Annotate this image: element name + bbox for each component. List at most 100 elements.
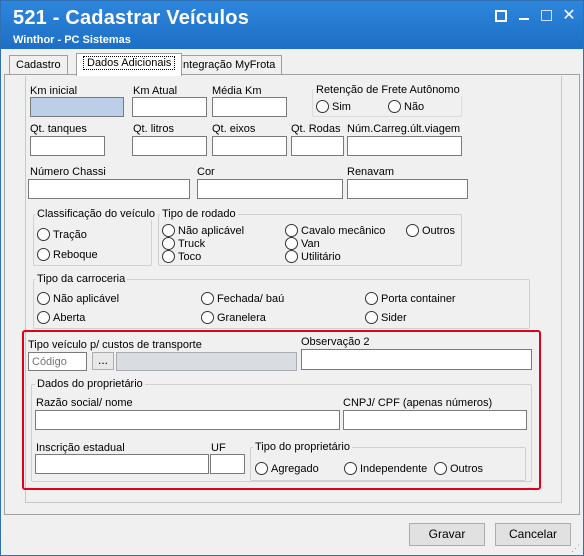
classificacao-reboque-radio[interactable]: Reboque bbox=[37, 248, 98, 262]
qt-litros-label: Qt. litros bbox=[133, 123, 174, 135]
radio-label: Sider bbox=[381, 312, 407, 324]
qt-rodas-label: Qt. Rodas bbox=[291, 123, 341, 135]
gravar-button[interactable]: Gravar bbox=[409, 523, 485, 546]
carroceria-sider-radio[interactable]: Sider bbox=[365, 311, 407, 325]
km-inicial-input[interactable] bbox=[30, 97, 124, 117]
retencao-sim-radio[interactable]: Sim bbox=[316, 100, 351, 114]
app-window: 521 - Cadastrar Veículos Winthor - PC Si… bbox=[0, 0, 584, 556]
radio-circle bbox=[365, 311, 378, 324]
radio-circle bbox=[37, 228, 50, 241]
proprietario-independente-radio[interactable]: Independente bbox=[344, 462, 427, 476]
tab-label: Dados Adicionais bbox=[83, 56, 176, 70]
tab-cadastro[interactable]: Cadastro bbox=[9, 55, 68, 75]
radio-circle bbox=[406, 224, 419, 237]
razao-social-label: Razão social/ nome bbox=[36, 397, 133, 409]
edit-window-icon[interactable] bbox=[493, 9, 509, 23]
km-atual-label: Km Atual bbox=[133, 85, 178, 97]
title-bar: 521 - Cadastrar Veículos Winthor - PC Si… bbox=[1, 1, 583, 49]
inscricao-estadual-label: Inscrição estadual bbox=[36, 442, 125, 454]
radio-label: Granelera bbox=[217, 312, 266, 324]
radio-label: Reboque bbox=[53, 249, 98, 261]
radio-circle bbox=[316, 100, 329, 113]
radio-label: Não bbox=[404, 101, 425, 113]
tab-integracao-myfrota[interactable]: Integração MyFrota bbox=[173, 55, 283, 75]
radio-label: Cavalo mecânico bbox=[301, 225, 386, 237]
close-icon[interactable]: ✕ bbox=[561, 8, 577, 24]
carroceria-aberta-radio[interactable]: Aberta bbox=[37, 311, 85, 325]
tipo-veiculo-label: Tipo veículo p/ custos de transporte bbox=[28, 339, 202, 351]
uf-label: UF bbox=[211, 442, 226, 454]
proprietario-outros-radio[interactable]: Outros bbox=[434, 462, 483, 476]
radio-circle bbox=[37, 311, 50, 324]
num-carreg-input[interactable] bbox=[347, 136, 462, 156]
radio-circle bbox=[162, 250, 175, 263]
qt-rodas-input[interactable] bbox=[291, 136, 344, 156]
rodado-van-radio[interactable]: Van bbox=[285, 237, 320, 251]
rodado-toco-radio[interactable]: Toco bbox=[162, 250, 201, 264]
radio-label: Tração bbox=[53, 229, 87, 241]
num-carreg-label: Núm.Carreg.últ.viagem bbox=[347, 123, 461, 135]
radio-label: Fechada/ baú bbox=[217, 293, 285, 305]
uf-input[interactable] bbox=[210, 454, 245, 474]
radio-circle bbox=[285, 250, 298, 263]
proprietario-title: Dados do proprietário bbox=[35, 378, 145, 390]
cnpj-cpf-input[interactable] bbox=[343, 410, 527, 430]
tipo-rodado-title: Tipo de rodado bbox=[160, 208, 238, 220]
qt-eixos-input[interactable] bbox=[212, 136, 287, 156]
numero-chassi-input[interactable] bbox=[28, 179, 190, 199]
cancelar-button[interactable]: Cancelar bbox=[495, 523, 571, 546]
maximize-icon[interactable] bbox=[538, 9, 554, 23]
qt-litros-input[interactable] bbox=[132, 136, 207, 156]
observacao2-input[interactable] bbox=[301, 349, 532, 370]
tab-dados-adicionais[interactable]: Dados Adicionais bbox=[76, 53, 183, 76]
radio-circle bbox=[285, 237, 298, 250]
carroceria-nao-aplicavel-radio[interactable]: Não aplicável bbox=[37, 292, 119, 306]
rodado-utilitario-radio[interactable]: Utilitário bbox=[285, 250, 341, 264]
minimize-icon[interactable] bbox=[516, 9, 532, 23]
radio-label: Truck bbox=[178, 238, 206, 250]
rodado-truck-radio[interactable]: Truck bbox=[162, 237, 205, 251]
radio-label: Van bbox=[301, 238, 320, 250]
cor-input[interactable] bbox=[197, 179, 343, 199]
media-km-input[interactable] bbox=[212, 97, 287, 117]
carroceria-granelera-radio[interactable]: Granelera bbox=[201, 311, 266, 325]
classificacao-title: Classificação do veículo bbox=[35, 208, 158, 220]
radio-circle bbox=[344, 462, 357, 475]
retencao-nao-radio[interactable]: Não bbox=[388, 100, 424, 114]
carroceria-fechada-bau-radio[interactable]: Fechada/ baú bbox=[201, 292, 284, 306]
razao-social-input[interactable] bbox=[35, 410, 340, 430]
classificacao-tracao-radio[interactable]: Tração bbox=[37, 228, 87, 242]
retencao-title: Retenção de Frete Autônomo bbox=[314, 84, 462, 96]
rodado-nao-aplicavel-radio[interactable]: Não aplicável bbox=[162, 224, 244, 238]
km-atual-input[interactable] bbox=[132, 97, 207, 117]
radio-circle bbox=[201, 311, 214, 324]
radio-label: Outros bbox=[450, 463, 484, 475]
resize-grip-icon[interactable]: ⋰ bbox=[571, 543, 581, 553]
radio-circle bbox=[434, 462, 447, 475]
radio-label: Utilitário bbox=[301, 251, 341, 263]
inscricao-estadual-input[interactable] bbox=[35, 454, 209, 474]
radio-label: Toco bbox=[178, 251, 202, 263]
radio-label: Aberta bbox=[53, 312, 86, 324]
rodado-outros-radio[interactable]: Outros bbox=[406, 224, 455, 238]
radio-label: Porta container bbox=[381, 293, 456, 305]
radio-circle bbox=[37, 292, 50, 305]
radio-circle bbox=[162, 237, 175, 250]
carroceria-porta-container-radio[interactable]: Porta container bbox=[365, 292, 456, 306]
radio-circle bbox=[285, 224, 298, 237]
renavam-label: Renavam bbox=[347, 166, 395, 178]
tipo-veiculo-search-button[interactable]: ... bbox=[92, 352, 114, 370]
tipo-veiculo-codigo-input[interactable] bbox=[28, 352, 87, 371]
radio-label: Sim bbox=[332, 101, 351, 113]
qt-tanques-label: Qt. tanques bbox=[30, 123, 87, 135]
radio-circle bbox=[201, 292, 214, 305]
rodado-cavalo-mecanico-radio[interactable]: Cavalo mecânico bbox=[285, 224, 385, 238]
tipo-veiculo-descricao-input bbox=[116, 352, 297, 371]
radio-circle bbox=[37, 248, 50, 261]
media-km-label: Média Km bbox=[212, 85, 262, 97]
numero-chassi-label: Número Chassi bbox=[30, 166, 106, 178]
proprietario-agregado-radio[interactable]: Agregado bbox=[255, 462, 319, 476]
qt-tanques-input[interactable] bbox=[30, 136, 105, 156]
renavam-input[interactable] bbox=[347, 179, 468, 199]
radio-label: Agregado bbox=[271, 463, 319, 475]
